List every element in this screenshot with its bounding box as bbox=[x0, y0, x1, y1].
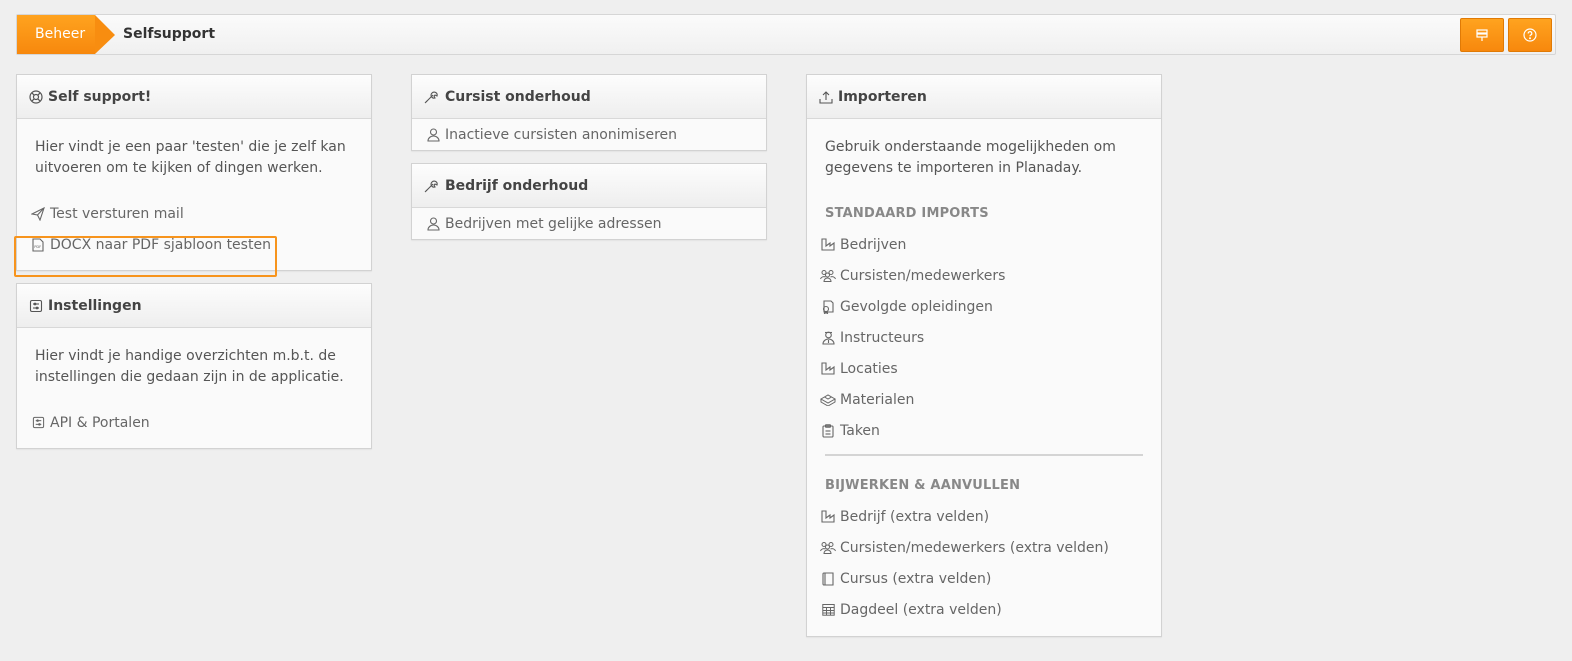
link-label: Cursus (extra velden) bbox=[840, 570, 992, 587]
api-portalen-link[interactable]: API & Portalen bbox=[17, 407, 353, 438]
extra-imports-header: BIJWERKEN & AANVULLEN bbox=[825, 478, 1021, 493]
link-label: Bedrijf (extra velden) bbox=[840, 508, 990, 525]
panel-header: Cursist onderhoud bbox=[412, 75, 766, 119]
link-label: Test versturen mail bbox=[50, 205, 184, 222]
certificate-icon bbox=[820, 299, 836, 314]
import-cursisten-link[interactable]: Cursisten/medewerkers bbox=[807, 260, 1143, 291]
panel-title: Instellingen bbox=[48, 297, 142, 314]
book-icon bbox=[820, 571, 836, 586]
user-icon bbox=[425, 216, 441, 231]
bedrijf-onderhoud-panel: Bedrijf onderhoud Bedrijven met gelijke … bbox=[411, 163, 767, 240]
link-label: Taken bbox=[840, 422, 880, 439]
importeren-panel: Importeren Gebruik onderstaande mogelijk… bbox=[806, 74, 1162, 637]
link-label: Cursisten/medewerkers bbox=[840, 267, 1006, 284]
import-cursisten-extra-link[interactable]: Cursisten/medewerkers (extra velden) bbox=[807, 532, 1143, 563]
docx-pdf-test-link[interactable]: PDF DOCX naar PDF sjabloon testen bbox=[17, 229, 353, 260]
test-mail-link[interactable]: Test versturen mail bbox=[17, 198, 353, 229]
pdf-icon: PDF bbox=[30, 237, 46, 252]
cursist-onderhoud-panel: Cursist onderhoud Inactieve cursisten an… bbox=[411, 74, 767, 151]
panel-header: Self support! bbox=[17, 75, 371, 119]
link-label: Cursisten/medewerkers (extra velden) bbox=[840, 539, 1109, 556]
panel-description: Gebruik onderstaande mogelijkheden om ge… bbox=[825, 139, 1116, 176]
link-label: Locaties bbox=[840, 360, 898, 377]
settings-icon bbox=[29, 299, 43, 313]
panel-title: Importeren bbox=[838, 88, 927, 105]
import-dagdeel-extra-link[interactable]: Dagdeel (extra velden) bbox=[807, 594, 1143, 625]
lifebuoy-icon bbox=[29, 89, 43, 104]
top-bar: Beheer Selfsupport bbox=[16, 14, 1556, 55]
link-label: Bedrijven bbox=[840, 236, 907, 253]
link-label: Dagdeel (extra velden) bbox=[840, 601, 1002, 618]
duplicate-address-link[interactable]: Bedrijven met gelijke adressen bbox=[412, 208, 748, 239]
anonymize-link[interactable]: Inactieve cursisten anonimiseren bbox=[412, 119, 748, 150]
tools-icon bbox=[424, 179, 440, 193]
link-label: Materialen bbox=[840, 391, 915, 408]
import-bedrijven-link[interactable]: Bedrijven bbox=[807, 229, 1143, 260]
import-opleidingen-link[interactable]: Gevolgde opleidingen bbox=[807, 291, 1143, 322]
link-label: Inactieve cursisten anonimiseren bbox=[445, 126, 677, 143]
boxes-icon bbox=[820, 393, 836, 406]
link-label: Instructeurs bbox=[840, 329, 925, 346]
upload-icon bbox=[819, 90, 833, 104]
link-label: DOCX naar PDF sjabloon testen bbox=[50, 236, 271, 253]
svg-text:PDF: PDF bbox=[34, 245, 41, 249]
import-locaties-link[interactable]: Locaties bbox=[807, 353, 1143, 384]
standard-imports-header: STANDAARD IMPORTS bbox=[825, 206, 989, 221]
send-icon bbox=[30, 206, 46, 221]
link-label: API & Portalen bbox=[50, 414, 150, 431]
import-cursus-extra-link[interactable]: Cursus (extra velden) bbox=[807, 563, 1143, 594]
instructor-icon bbox=[820, 331, 836, 345]
users-icon bbox=[820, 269, 836, 282]
instellingen-panel: Instellingen Hier vindt je handige overz… bbox=[16, 283, 372, 449]
import-taken-link[interactable]: Taken bbox=[807, 415, 1143, 446]
link-label: Gevolgde opleidingen bbox=[840, 298, 993, 315]
panel-header: Instellingen bbox=[17, 284, 371, 328]
panel-header: Importeren bbox=[807, 75, 1161, 119]
link-label: Bedrijven met gelijke adressen bbox=[445, 215, 662, 232]
section-divider bbox=[825, 454, 1143, 456]
import-materialen-link[interactable]: Materialen bbox=[807, 384, 1143, 415]
panel-title: Self support! bbox=[48, 88, 152, 105]
import-bedrijf-extra-link[interactable]: Bedrijf (extra velden) bbox=[807, 501, 1143, 532]
panel-description: Hier vindt je een paar 'testen' die je z… bbox=[35, 139, 346, 176]
pin-button[interactable] bbox=[1460, 18, 1504, 52]
users-icon bbox=[820, 541, 836, 554]
help-button[interactable] bbox=[1508, 18, 1552, 52]
clipboard-icon bbox=[820, 423, 836, 438]
breadcrumb-home[interactable]: Beheer bbox=[17, 15, 115, 54]
user-icon bbox=[425, 127, 441, 142]
pin-icon bbox=[1475, 28, 1489, 42]
breadcrumb-current: Selfsupport bbox=[123, 26, 216, 42]
panel-header: Bedrijf onderhoud bbox=[412, 164, 766, 208]
self-support-panel: Self support! Hier vindt je een paar 'te… bbox=[16, 74, 372, 271]
factory-icon bbox=[820, 362, 836, 375]
help-icon bbox=[1523, 28, 1537, 42]
calendar-icon bbox=[820, 603, 836, 616]
tools-icon bbox=[424, 90, 440, 104]
panel-title: Bedrijf onderhoud bbox=[445, 177, 589, 194]
panel-description: Hier vindt je handige overzichten m.b.t.… bbox=[35, 348, 344, 385]
factory-icon bbox=[820, 510, 836, 523]
panel-title: Cursist onderhoud bbox=[445, 88, 591, 105]
import-instructeurs-link[interactable]: Instructeurs bbox=[807, 322, 1143, 353]
factory-icon bbox=[820, 238, 836, 251]
settings-icon bbox=[30, 416, 46, 429]
